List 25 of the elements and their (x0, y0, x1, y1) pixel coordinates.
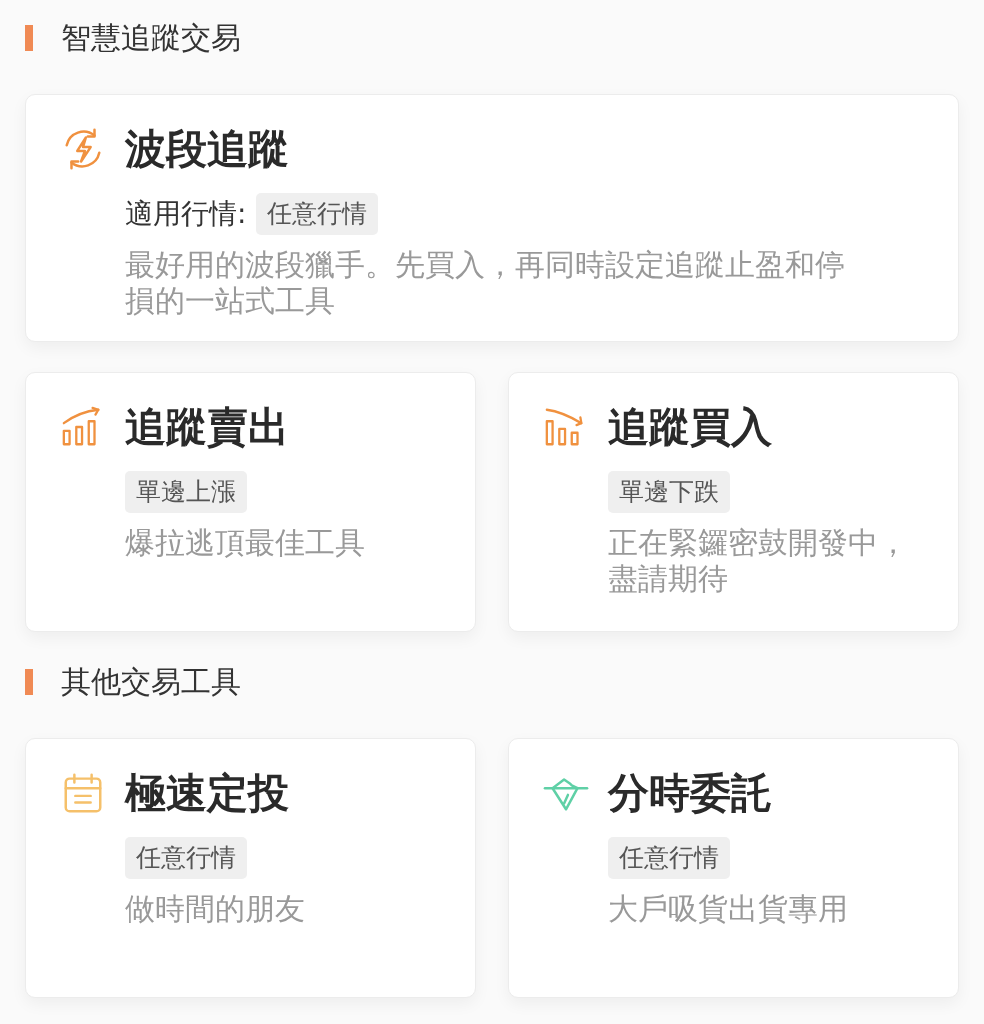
card-title: 分時委託 (608, 769, 772, 817)
tool-card[interactable]: 追蹤買入 單邊下跌 正在緊鑼密鼓開發中，盡請期待 (508, 372, 959, 632)
section-marker (25, 669, 33, 695)
tool-card[interactable]: 追蹤賣出 單邊上漲 爆拉逃頂最佳工具 (25, 372, 476, 632)
tool-card[interactable]: 分時委託 任意行情 大戶吸貨出貨專用 (508, 738, 959, 998)
tool-card[interactable]: 波段追蹤 適用行情: 任意行情 最好用的波段獵手。先買入，再同時設定追蹤止盈和停損的一站式工具 (25, 94, 959, 342)
market-tag: 單邊上漲 (125, 471, 247, 513)
card-description: 最好用的波段獵手。先買入，再同時設定追蹤止盈和停損的一站式工具 (125, 247, 846, 319)
market-tag: 任意行情 (125, 837, 247, 879)
tag-label: 適用行情: (125, 196, 247, 232)
market-tag: 任意行情 (256, 193, 379, 235)
card-title: 極速定投 (125, 769, 289, 817)
card-description: 爆拉逃頂最佳工具 (125, 525, 366, 561)
card-title: 追蹤買入 (608, 403, 772, 451)
section-title: 智慧追蹤交易 (61, 18, 241, 57)
card-title: 波段追蹤 (125, 125, 289, 173)
market-tag: 任意行情 (608, 837, 730, 879)
section-marker (25, 25, 33, 51)
card-description: 做時間的朋友 (125, 891, 306, 927)
card-title: 追蹤賣出 (125, 403, 289, 451)
market-tag: 單邊下跌 (608, 471, 730, 513)
section-title: 其他交易工具 (61, 662, 241, 701)
card-description: 大戶吸貨出貨專用 (608, 891, 849, 927)
card-description: 正在緊鑼密鼓開發中，盡請期待 (608, 525, 909, 597)
tool-card[interactable]: 極速定投 任意行情 做時間的朋友 (25, 738, 476, 998)
